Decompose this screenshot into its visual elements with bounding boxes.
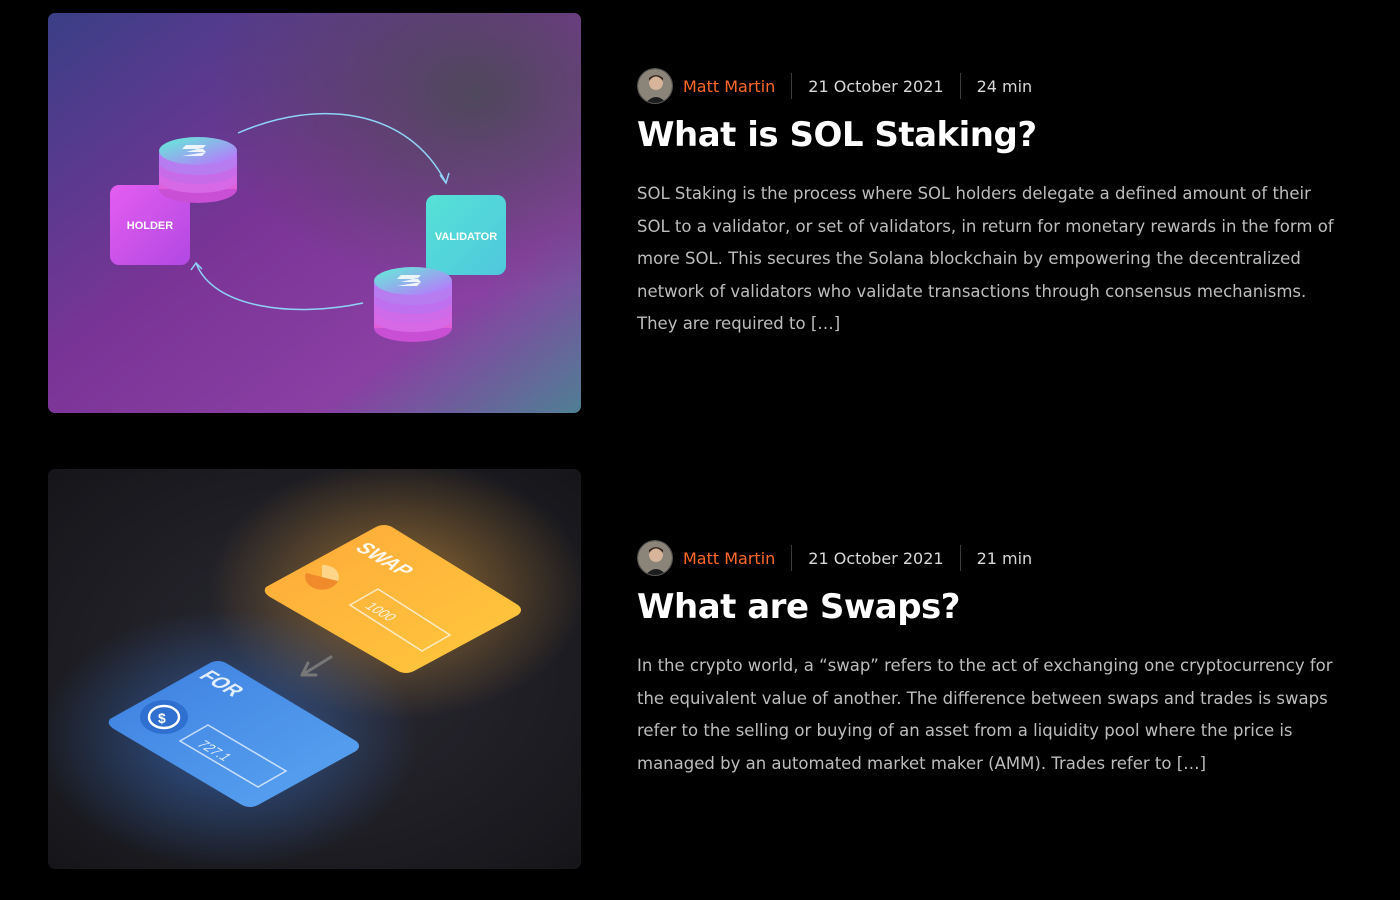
article-thumbnail[interactable]: HOLDER VALIDATOR [48,13,581,413]
article-card: HOLDER VALIDATOR Matt Martin 21 October … [0,13,1400,413]
article-card: SWAP 1000 FOR $ 727.1 Matt Martin 21 Oct… [0,469,1400,869]
avatar[interactable] [637,68,673,104]
divider [959,73,961,99]
divider [791,73,793,99]
article-title[interactable]: What are Swaps? [637,587,961,627]
author-link[interactable]: Matt Martin [683,549,775,568]
read-time: 24 min [976,76,1033,96]
author-link[interactable]: Matt Martin [683,77,775,96]
svg-text:VALIDATOR: VALIDATOR [435,231,497,243]
article-title[interactable]: What is SOL Staking? [637,115,1037,155]
article-excerpt: SOL Staking is the process where SOL hol… [637,184,1334,333]
avatar[interactable] [637,540,673,576]
publish-date: 21 October 2021 [808,548,944,568]
svg-text:HOLDER: HOLDER [127,220,174,232]
article-thumbnail[interactable]: SWAP 1000 FOR $ 727.1 [48,469,581,869]
divider [791,545,793,571]
svg-text:$: $ [158,710,166,726]
article-meta: Matt Martin 21 October 2021 24 min [637,67,1032,105]
divider [959,545,961,571]
publish-date: 21 October 2021 [808,76,944,96]
read-time: 21 min [976,548,1033,568]
article-meta: Matt Martin 21 October 2021 21 min [637,539,1032,577]
article-excerpt: In the crypto world, a “swap” refers to … [637,656,1333,773]
